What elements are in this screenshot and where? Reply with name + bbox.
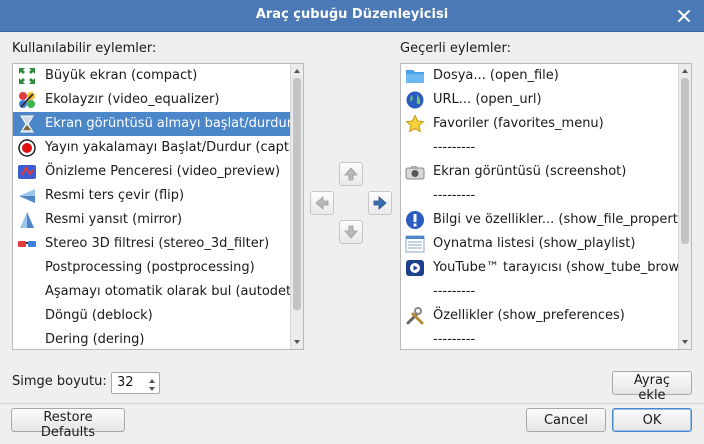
icon-size-spinbox[interactable]: 32 — [111, 372, 160, 394]
list-item-label: Resmi yansıt (mirror) — [45, 212, 183, 227]
list-item-label: Stereo 3D filtresi (stereo_3d_filter) — [45, 236, 270, 251]
available-items: Büyük ekran (compact) Ekolayzır (video_eq… — [13, 64, 290, 349]
list-item[interactable]: Ekran görüntüsü (screenshot) — [401, 160, 678, 184]
list-item[interactable]: Özellikler (show_preferences) — [401, 304, 678, 328]
list-item-label: URL... (open_url) — [433, 92, 542, 107]
restore-defaults-button[interactable]: Restore Defaults — [11, 408, 125, 440]
info-icon — [405, 210, 425, 230]
list-item[interactable]: Stereo 3D filtresi (stereo_3d_filter) — [13, 232, 290, 256]
icon-size-label: Simge boyutu: — [12, 374, 107, 389]
folder-icon — [405, 66, 425, 86]
record-icon — [17, 138, 37, 158]
list-item[interactable]: Aşamayı otomatik olarak bul (autodete — [13, 280, 290, 304]
preview-icon — [17, 162, 37, 182]
current-actions-label: Geçerli eylemler: — [400, 41, 511, 56]
list-item-label: Oynatma listesi (show_playlist) — [433, 236, 636, 251]
equalizer-icon — [17, 90, 37, 110]
flip-icon — [17, 186, 37, 206]
list-item[interactable]: Önizleme Penceresi (video_preview) — [13, 160, 290, 184]
list-item[interactable]: Resmi ters çevir (flip) — [13, 184, 290, 208]
scroll-up-icon[interactable] — [679, 65, 691, 77]
list-item-label: Ekran görüntüsü almayı başlat/durdur ( — [45, 116, 290, 131]
spin-up-icon[interactable] — [146, 374, 158, 383]
globe-icon — [405, 90, 425, 110]
list-item[interactable]: Bilgi ve özellikler... (show_file_proper… — [401, 208, 678, 232]
list-item-label: Özellikler (show_preferences) — [433, 308, 625, 323]
camera-icon — [405, 162, 425, 182]
divider — [0, 403, 704, 404]
playlist-icon — [405, 234, 425, 254]
list-item[interactable]: Ekolayzır (video_equalizer) — [13, 88, 290, 112]
available-actions-list[interactable]: Büyük ekran (compact) Ekolayzır (video_eq… — [12, 63, 304, 350]
title-bar: Araç çubuğu Düzenleyicisi — [0, 0, 704, 32]
move-up-button[interactable] — [339, 162, 363, 186]
list-item-label: Favoriler (favorites_menu) — [433, 116, 604, 131]
list-item[interactable]: Favoriler (favorites_menu) — [401, 112, 678, 136]
list-item[interactable]: Oynatma listesi (show_playlist) — [401, 232, 678, 256]
scroll-down-icon[interactable] — [679, 336, 691, 348]
add-separator-button[interactable]: Ayraç ekle — [612, 371, 692, 403]
list-item[interactable]: Dosya... (open_file) — [401, 64, 678, 88]
list-item[interactable]: --------- — [401, 136, 678, 160]
scroll-up-icon[interactable] — [291, 65, 303, 77]
list-item-label: Yayın yakalamayı Başlat/Durdur (captu — [45, 140, 290, 155]
list-item-label: YouTube™ tarayıcısı (show_tube_brows — [433, 260, 678, 275]
list-item-label: --------- — [433, 332, 476, 347]
list-item-label: --------- — [433, 284, 476, 299]
mirror-icon — [17, 210, 37, 230]
list-item-label: --------- — [433, 188, 476, 203]
screenshot-toggle-icon — [17, 114, 37, 134]
list-item-label: Resmi ters çevir (flip) — [45, 188, 185, 203]
list-item-label: Ekran görüntüsü (screenshot) — [433, 164, 627, 179]
current-scrollbar[interactable] — [678, 64, 691, 349]
cancel-button[interactable]: Cancel — [526, 408, 606, 432]
list-item[interactable]: --------- — [401, 184, 678, 208]
move-left-button[interactable] — [310, 191, 334, 215]
scroll-down-icon[interactable] — [291, 336, 303, 348]
list-item[interactable]: --------- — [401, 328, 678, 349]
list-item-label: Dering (dering) — [45, 332, 145, 347]
list-item-label: Postprocessing (postprocessing) — [45, 260, 255, 275]
ok-button[interactable]: OK — [612, 408, 692, 432]
close-icon[interactable] — [674, 6, 694, 26]
compact-icon — [17, 66, 37, 86]
list-item[interactable]: YouTube™ tarayıcısı (show_tube_brows — [401, 256, 678, 280]
tools-icon — [405, 306, 425, 326]
move-right-button[interactable] — [368, 191, 392, 215]
available-scrollbar[interactable] — [290, 64, 303, 349]
move-down-button[interactable] — [339, 220, 363, 244]
list-item-label: Önizleme Penceresi (video_preview) — [45, 164, 281, 179]
arrow-up-icon — [344, 167, 358, 181]
available-actions-label: Kullanılabilir eylemler: — [12, 41, 157, 56]
list-item-label: Dosya... (open_file) — [433, 68, 559, 83]
list-item[interactable]: URL... (open_url) — [401, 88, 678, 112]
list-item-label: Aşamayı otomatik olarak bul (autodete — [45, 284, 290, 299]
list-item-label: Büyük ekran (compact) — [45, 68, 198, 83]
stereo-3d-icon — [17, 234, 37, 254]
arrow-left-icon — [315, 196, 329, 210]
arrow-down-icon — [344, 225, 358, 239]
icon-size-value: 32 — [117, 375, 134, 390]
list-item[interactable]: Yayın yakalamayı Başlat/Durdur (captu — [13, 136, 290, 160]
list-item[interactable]: Resmi yansıt (mirror) — [13, 208, 290, 232]
spin-down-icon[interactable] — [146, 383, 158, 392]
list-item-label: Bilgi ve özellikler... (show_file_proper… — [433, 212, 678, 227]
star-icon — [405, 114, 425, 134]
arrow-right-icon — [373, 196, 387, 210]
list-item-label: Ekolayzır (video_equalizer) — [45, 92, 220, 107]
scroll-thumb[interactable] — [681, 78, 689, 244]
list-item[interactable]: --------- — [401, 280, 678, 304]
list-item-label: --------- — [433, 140, 476, 155]
list-item[interactable]: Postprocessing (postprocessing) — [13, 256, 290, 280]
list-item[interactable]: Dering (dering) — [13, 328, 290, 349]
scroll-thumb[interactable] — [293, 78, 301, 310]
list-item[interactable]: Döngü (deblock) — [13, 304, 290, 328]
current-items: Dosya... (open_file) URL... (open_url) Fav… — [401, 64, 678, 349]
list-item-label: Döngü (deblock) — [45, 308, 153, 323]
list-item[interactable]: Büyük ekran (compact) — [13, 64, 290, 88]
window-title: Araç çubuğu Düzenleyicisi — [255, 7, 449, 22]
youtube-icon — [405, 258, 425, 278]
current-actions-list[interactable]: Dosya... (open_file) URL... (open_url) Fav… — [400, 63, 692, 350]
list-item[interactable]: Ekran görüntüsü almayı başlat/durdur ( — [13, 112, 290, 136]
